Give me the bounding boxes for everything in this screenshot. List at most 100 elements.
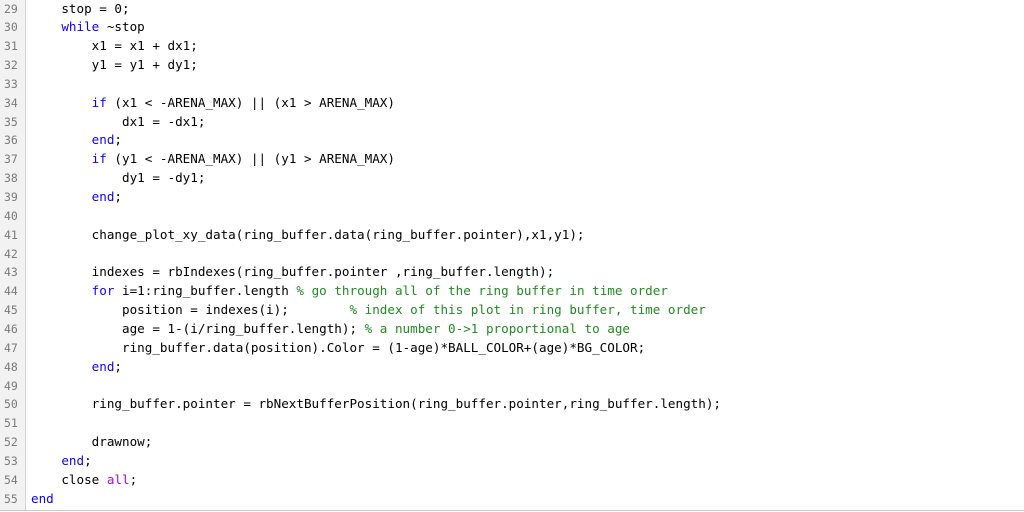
line-number: 37 xyxy=(4,152,18,167)
code-line[interactable]: 33 xyxy=(0,75,1024,94)
code-token: close xyxy=(61,471,107,487)
keyword-token: end xyxy=(91,132,115,148)
code-token: (y1 < -ARENA_MAX) || (y1 > ARENA_MAX) xyxy=(106,151,395,167)
line-number: 34 xyxy=(4,95,18,110)
code-line[interactable]: 36 end; xyxy=(0,131,1024,150)
code-token: age = 1-(i/ring_buffer.length); xyxy=(122,320,365,336)
string-keyword-token: all xyxy=(106,471,130,487)
keyword-token: while xyxy=(61,19,100,35)
code-editor[interactable]: 29 stop = 0; 30 while ~stop 31 x1 = x1 + d… xyxy=(0,0,1024,511)
code-line[interactable]: 40 xyxy=(0,207,1024,226)
code-line[interactable]: 42 xyxy=(0,245,1024,264)
code-line[interactable]: 43 indexes = rbIndexes(ring_buffer.point… xyxy=(0,263,1024,282)
code-line[interactable]: 29 stop = 0; xyxy=(0,0,1024,18)
code-text: y1 = y1 + dy1; xyxy=(31,56,198,75)
line-number: 54 xyxy=(4,472,18,487)
line-number: 46 xyxy=(4,321,18,336)
code-text: if (y1 < -ARENA_MAX) || (y1 > ARENA_MAX) xyxy=(31,150,395,169)
code-token: dy1 = -dy1; xyxy=(122,170,206,186)
code-line[interactable]: 30 while ~stop xyxy=(0,18,1024,37)
code-line[interactable]: 41 change_plot_xy_data(ring_buffer.data(… xyxy=(0,226,1024,245)
line-number: 40 xyxy=(4,208,18,223)
code-line[interactable]: 51 xyxy=(0,414,1024,433)
line-number: 32 xyxy=(4,58,18,73)
code-line[interactable]: 47 ring_buffer.data(position).Color = (1… xyxy=(0,339,1024,358)
code-line[interactable]: 34 if (x1 < -ARENA_MAX) || (x1 > ARENA_M… xyxy=(0,94,1024,113)
code-text: for i=1:ring_buffer.length % go through … xyxy=(31,282,668,301)
code-text: end; xyxy=(31,131,122,150)
comment-token: % a number 0->1 proportional to age xyxy=(364,320,631,336)
code-text: ring_buffer.pointer = rbNextBufferPositi… xyxy=(31,395,721,414)
code-line[interactable]: 48 end; xyxy=(0,358,1024,377)
code-text: while ~stop xyxy=(31,18,144,37)
code-text: end; xyxy=(31,452,92,471)
code-line[interactable]: 46 age = 1-(i/ring_buffer.length); % a n… xyxy=(0,320,1024,339)
code-text: close all; xyxy=(31,471,137,490)
code-token: dx1 = -dx1; xyxy=(122,113,206,129)
line-number: 44 xyxy=(4,284,18,299)
code-line[interactable]: 32 y1 = y1 + dy1; xyxy=(0,56,1024,75)
code-line[interactable]: 31 x1 = x1 + dx1; xyxy=(0,37,1024,56)
code-token: i=1:ring_buffer.length xyxy=(114,283,297,299)
code-text: stop = 0; xyxy=(31,0,130,18)
code-token: position = indexes(i); xyxy=(122,302,350,318)
code-line[interactable]: 37 if (y1 < -ARENA_MAX) || (y1 > ARENA_M… xyxy=(0,150,1024,169)
line-number: 50 xyxy=(4,397,18,412)
code-token: x1 = x1 + dx1; xyxy=(91,38,198,54)
code-line[interactable]: 38 dy1 = -dy1; xyxy=(0,169,1024,188)
code-text: end; xyxy=(31,188,122,207)
comment-token: % go through all of the ring buffer in t… xyxy=(296,283,668,299)
line-number: 29 xyxy=(4,1,18,16)
code-text: change_plot_xy_data(ring_buffer.data(rin… xyxy=(31,226,585,245)
code-token: (x1 < -ARENA_MAX) || (x1 > ARENA_MAX) xyxy=(106,94,395,110)
line-number: 49 xyxy=(4,378,18,393)
line-number: 41 xyxy=(4,227,18,242)
line-number: 45 xyxy=(4,303,18,318)
code-line[interactable]: 53 end; xyxy=(0,452,1024,471)
code-text: age = 1-(i/ring_buffer.length); % a numb… xyxy=(31,320,630,339)
code-text: end; xyxy=(31,358,122,377)
code-text: indexes = rbIndexes(ring_buffer.pointer … xyxy=(31,263,555,282)
code-token: ; xyxy=(84,452,92,468)
code-line[interactable]: 50 ring_buffer.pointer = rbNextBufferPos… xyxy=(0,395,1024,414)
line-number: 55 xyxy=(4,491,18,506)
keyword-token: for xyxy=(91,283,115,299)
line-number: 38 xyxy=(4,171,18,186)
code-token: stop = 0; xyxy=(61,0,130,16)
code-line[interactable]: 44 for i=1:ring_buffer.length % go throu… xyxy=(0,282,1024,301)
line-number: 48 xyxy=(4,359,18,374)
code-line[interactable]: 52 drawnow; xyxy=(0,433,1024,452)
code-token: ring_buffer.data(position).Color = (1-ag… xyxy=(122,339,646,355)
code-text: dx1 = -dx1; xyxy=(31,113,205,132)
code-token: y1 = y1 + dy1; xyxy=(91,57,198,73)
code-token: ; xyxy=(114,132,123,148)
line-number: 33 xyxy=(4,76,18,91)
line-number: 36 xyxy=(4,133,18,148)
code-line[interactable]: 54 close all; xyxy=(0,471,1024,490)
code-line[interactable]: 45 position = indexes(i); % index of thi… xyxy=(0,301,1024,320)
code-text: position = indexes(i); % index of this p… xyxy=(31,301,706,320)
keyword-token: end xyxy=(31,490,54,506)
code-text: x1 = x1 + dx1; xyxy=(31,37,198,56)
code-line[interactable]: 35 dx1 = -dx1; xyxy=(0,113,1024,132)
code-line[interactable]: 49 xyxy=(0,377,1024,396)
code-line[interactable]: 39 end; xyxy=(0,188,1024,207)
keyword-token: if xyxy=(91,151,107,167)
code-text: end xyxy=(31,490,54,509)
code-line[interactable]: 55 end xyxy=(0,490,1024,509)
line-number: 35 xyxy=(4,114,18,129)
line-number: 47 xyxy=(4,340,18,355)
code-token: ; xyxy=(114,189,123,204)
